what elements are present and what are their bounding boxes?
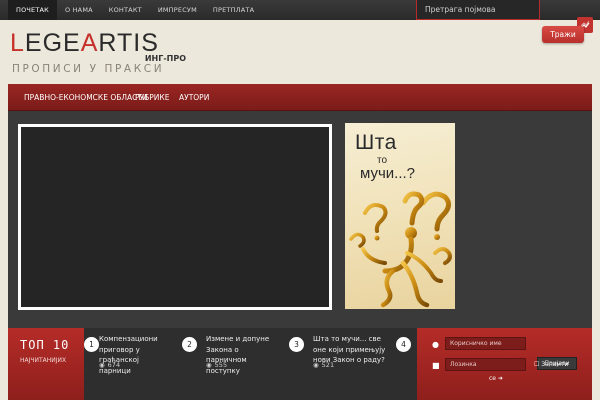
ad-line-3: мучи...? [360, 165, 416, 182]
main-nav: ПРАВНО-ЕКОНОМСКЕ ОБЛАСТИ РУБРИКЕ АУТОРИ [8, 84, 592, 111]
user-icon: ● [432, 340, 439, 349]
list-item[interactable]: 1 Компензациони приговор у грађанској па… [84, 328, 174, 400]
list-item[interactable]: 4 [396, 328, 414, 400]
mainnav-legal-economic[interactable]: ПРАВНО-ЕКОНОМСКЕ ОБЛАСТИ [24, 84, 148, 111]
remember-me-checkbox[interactable]: ☐ Запамти [534, 361, 568, 368]
top10-badge: ТОП 10 НАЈЧИТАНИЈИХ [8, 328, 84, 400]
question-mark-figure-illustration [349, 191, 452, 308]
eye-icon: ◉ [313, 361, 319, 369]
rank-number: 4 [396, 337, 411, 352]
logo-subtitle: ПРОПИСИ У ПРАКСИ [12, 63, 165, 75]
top10-title: ТОП 10 [20, 338, 70, 352]
topnav-imprint[interactable]: ИМПРЕСУМ [150, 0, 205, 20]
ad-banner[interactable]: Шта то мучи...? [345, 123, 455, 309]
topnav-contact[interactable]: КОНТАКТ [101, 0, 150, 20]
forgot-password-link[interactable]: се ➜ [489, 375, 503, 382]
password-field[interactable]: Лозинка [445, 358, 526, 371]
rank-number: 3 [289, 337, 304, 352]
top-nav: ПОЧЕТАК О НАМА КОНТАКТ ИМПРЕСУМ ПРЕТПЛАТ… [8, 0, 262, 20]
top-articles-strip: ТОП 10 НАЈЧИТАНИЈИХ 1 Компензациони приг… [8, 328, 592, 400]
article-title[interactable]: Компензациони приговор у грађанској парн… [99, 334, 171, 376]
article-title[interactable]: Измене и допуне Закона о парничном посту… [206, 334, 280, 376]
mainnav-authors[interactable]: АУТОРИ [179, 84, 209, 111]
lock-icon: ■ [432, 361, 440, 370]
view-count: ◉ 555 [206, 361, 228, 369]
main-panel: ПРАВНО-ЕКОНОМСКЕ ОБЛАСТИ РУБРИКЕ АУТОРИ … [8, 84, 592, 400]
login-form: ● Корисничко име ■ Лозинка Пријави ☐ Зап… [417, 328, 592, 400]
view-count: ◉ 674 [99, 361, 121, 369]
topnav-subscription[interactable]: ПРЕТПЛАТА [205, 0, 262, 20]
rank-number: 1 [84, 337, 99, 352]
logo-tagline: ИНГ-ПРО [144, 54, 186, 63]
mainnav-rubrics[interactable]: РУБРИКЕ [135, 84, 169, 111]
arrow-right-icon: ➜ [497, 375, 503, 382]
rank-number: 2 [182, 337, 197, 352]
list-item[interactable]: 3 Шта то мучи... све оне који примењују … [289, 328, 389, 400]
site-logo[interactable]: LEGEARTIS ИНГ-ПРО ПРОПИСИ У ПРАКСИ [10, 29, 190, 76]
list-item[interactable]: 2 Измене и допуне Закона о парничном пос… [182, 328, 280, 400]
username-field[interactable]: Корисничко име [445, 337, 526, 350]
logo-wordmark: LEGEARTIS [10, 29, 159, 57]
top10-subtitle: НАЈЧИТАНИЈИХ [20, 357, 67, 364]
eye-icon: ◉ [99, 361, 105, 369]
topnav-about[interactable]: О НАМА [57, 0, 101, 20]
video-player[interactable] [18, 124, 332, 310]
checkbox-icon: ☐ [534, 361, 540, 368]
eye-icon: ◉ [206, 361, 212, 369]
remember-label: Запамти [541, 361, 569, 368]
top-bar: ПОЧЕТАК О НАМА КОНТАКТ ИМПРЕСУМ ПРЕТПЛАТ… [0, 0, 600, 20]
view-count: ◉ 521 [313, 361, 335, 369]
topnav-home[interactable]: ПОЧЕТАК [8, 0, 57, 20]
search-input[interactable]: Претрага појмова [416, 0, 540, 20]
ad-headline: Шта [355, 131, 397, 154]
search-button[interactable]: Тражи [542, 26, 584, 43]
